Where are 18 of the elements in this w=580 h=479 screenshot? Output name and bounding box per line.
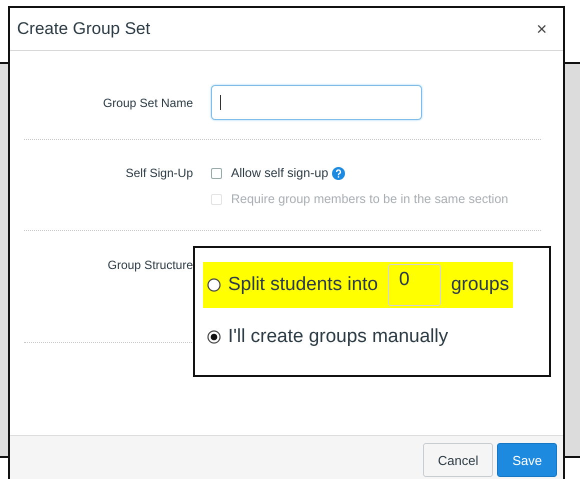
- cancel-button[interactable]: Cancel: [422, 443, 494, 477]
- group-count-field[interactable]: 0: [388, 264, 441, 306]
- save-button[interactable]: Save: [497, 443, 557, 477]
- checkbox-label: Allow self sign-up: [231, 166, 328, 180]
- close-button[interactable]: ×: [534, 18, 549, 40]
- option-label: Split students into: [228, 274, 378, 296]
- option-label: I'll create groups manually: [228, 326, 448, 348]
- checkbox[interactable]: [211, 168, 222, 178]
- radio-button[interactable]: [207, 278, 221, 292]
- radio-button[interactable]: [207, 330, 221, 344]
- field-label: Self Sign-Up: [126, 166, 193, 182]
- checkbox-label: Require group members to be in the same section: [231, 192, 508, 206]
- name-input-field[interactable]: [211, 85, 422, 120]
- dialog-title: Create Group Set: [17, 19, 150, 39]
- field-label: Group Structure: [108, 258, 193, 272]
- help-icon[interactable]: [332, 166, 346, 180]
- field-label: Group Set Name: [102, 96, 193, 110]
- option-label: groups: [450, 274, 510, 296]
